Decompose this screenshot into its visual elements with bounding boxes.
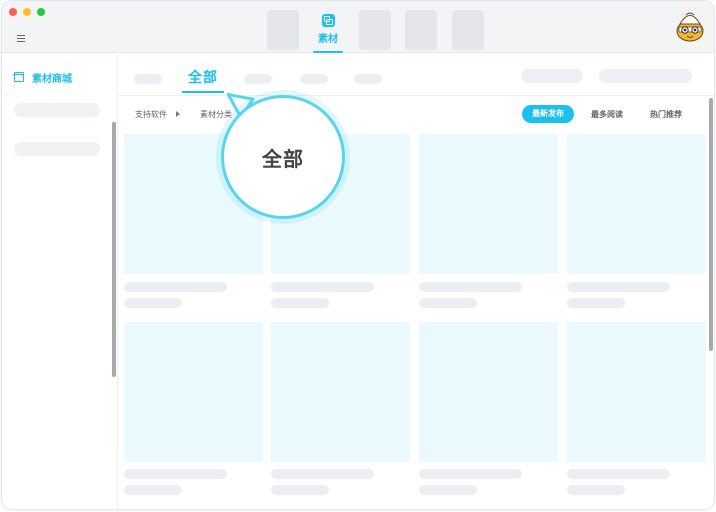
zoom-callout: 全部 [221, 95, 345, 219]
card-title-placeholder [271, 282, 374, 292]
active-tab-underline [313, 51, 343, 53]
close-window-button[interactable] [9, 8, 17, 16]
card-meta-placeholder [567, 298, 625, 308]
card-title-placeholder [567, 469, 670, 479]
sidebar: 素材商城 [2, 54, 118, 509]
card-title-placeholder [419, 469, 522, 479]
title-bar: 素材 [2, 1, 714, 53]
sub-tab-bar: 全部 [119, 54, 714, 96]
top-tab-placeholder[interactable] [452, 10, 484, 50]
store-icon [13, 72, 24, 82]
material-card-thumbnail[interactable] [567, 322, 706, 462]
top-tab-placeholder[interactable] [359, 10, 391, 50]
sort-most-read-button[interactable]: 最多阅读 [591, 109, 623, 120]
mascot-avatar-icon[interactable] [674, 9, 706, 43]
card-meta-placeholder [271, 485, 329, 495]
sidebar-item-material-store[interactable]: 素材商城 [13, 70, 72, 85]
minimize-window-button[interactable] [23, 8, 31, 16]
sub-tab-placeholder[interactable] [134, 74, 162, 84]
top-tab-label: 素材 [318, 34, 338, 45]
sub-tab-all[interactable]: 全部 [182, 67, 224, 93]
material-card-thumbnail[interactable] [124, 322, 263, 462]
top-tab-placeholder[interactable] [267, 10, 299, 50]
card-meta-placeholder [124, 298, 182, 308]
top-tab-material[interactable]: 素材 [312, 11, 344, 55]
sort-latest-button[interactable]: 最新发布 [522, 105, 574, 123]
sidebar-item-placeholder[interactable] [14, 142, 100, 156]
sub-tab-label: 全部 [188, 70, 218, 86]
caret-right-icon [176, 111, 180, 117]
sub-tab-placeholder[interactable] [354, 74, 382, 84]
card-meta-placeholder [567, 485, 625, 495]
hamburger-icon[interactable] [17, 35, 25, 42]
card-title-placeholder [271, 469, 374, 479]
maximize-window-button[interactable] [37, 8, 45, 16]
card-meta-placeholder [419, 298, 477, 308]
filter-software[interactable]: 支持软件 [135, 109, 167, 120]
card-title-placeholder [567, 282, 670, 292]
card-meta-placeholder [419, 485, 477, 495]
search-placeholder[interactable] [599, 69, 692, 83]
top-tab-placeholder[interactable] [405, 10, 437, 50]
app-window: 素材 素材商城 全部 支持软件 素材分类 最新发布 最多阅读 热门推荐 全部 [2, 1, 714, 509]
header-action-placeholder[interactable] [521, 69, 583, 83]
sub-tab-placeholder[interactable] [244, 74, 272, 84]
main-content: 全部 支持软件 素材分类 最新发布 最多阅读 热门推荐 [119, 54, 714, 509]
sub-tab-underline [182, 91, 224, 93]
card-title-placeholder [124, 282, 227, 292]
material-icon [321, 14, 335, 27]
material-card-thumbnail[interactable] [419, 134, 558, 274]
material-card-thumbnail[interactable] [419, 322, 558, 462]
sort-hot-button[interactable]: 热门推荐 [650, 109, 682, 120]
sub-tab-placeholder[interactable] [300, 74, 328, 84]
card-title-placeholder [419, 282, 522, 292]
sidebar-scrollbar[interactable] [112, 122, 116, 377]
card-meta-placeholder [124, 485, 182, 495]
content-scrollbar[interactable] [709, 98, 713, 351]
material-card-thumbnail[interactable] [271, 322, 410, 462]
material-card-thumbnail[interactable] [567, 134, 706, 274]
callout-text: 全部 [262, 146, 304, 171]
sidebar-item-placeholder[interactable] [14, 103, 100, 117]
card-title-placeholder [124, 469, 227, 479]
sidebar-item-label: 素材商城 [32, 73, 72, 85]
card-meta-placeholder [271, 298, 329, 308]
